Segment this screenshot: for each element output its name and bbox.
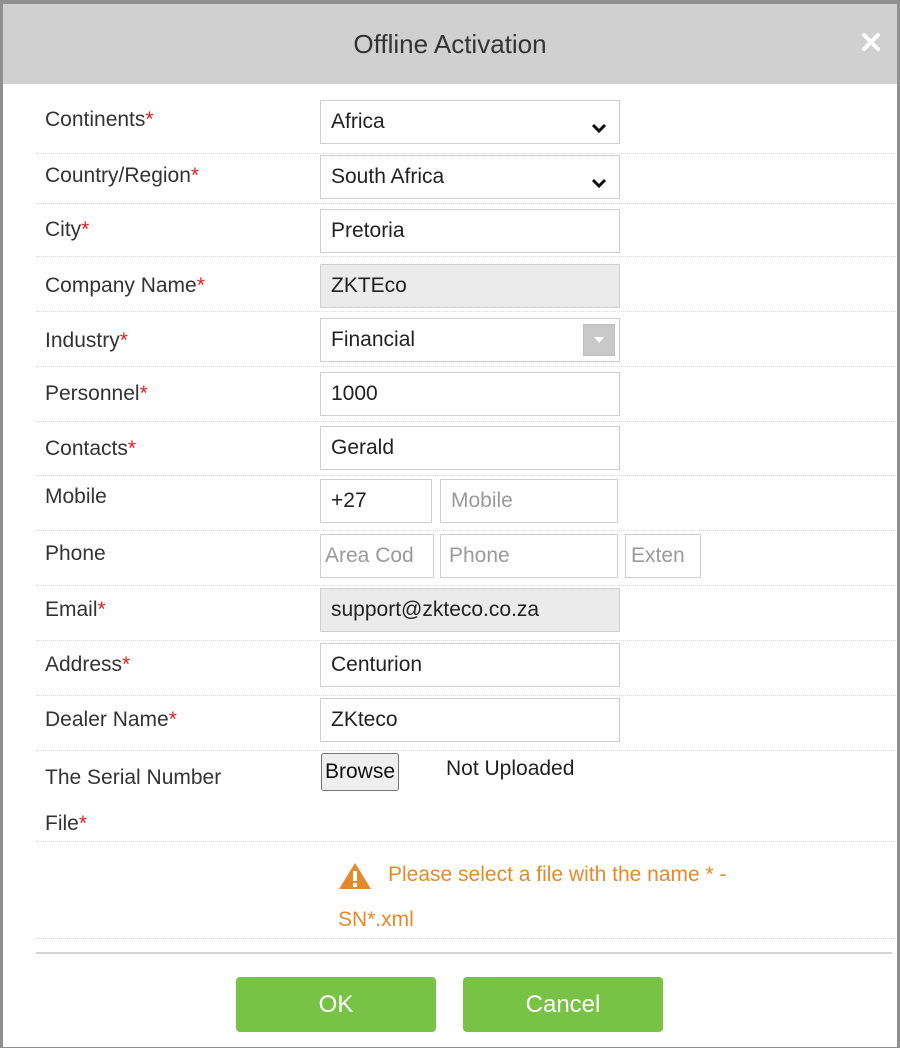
required-mark: * — [81, 218, 90, 241]
serial-label-line2: File — [45, 812, 79, 835]
email-value: support@zkteco.co.za — [331, 598, 540, 621]
required-mark: * — [145, 108, 154, 131]
dialog-title-bar: Offline Activation — [3, 4, 897, 84]
mobile-code-value: +27 — [331, 489, 367, 512]
industry-combobox[interactable]: Financial — [320, 318, 620, 362]
upload-status: Not Uploaded — [446, 757, 575, 780]
personnel-row: Personnel* 1000 — [36, 366, 896, 422]
mobile-row: Mobile +27 Mobile — [36, 475, 896, 531]
personnel-label: Personnel — [45, 382, 140, 405]
email-row: Email* support@zkteco.co.za — [36, 585, 896, 641]
phone-row: Phone Area Cod Phone Exten — [36, 530, 896, 586]
extension-placeholder: Exten — [631, 544, 685, 567]
ok-button[interactable]: OK — [236, 977, 436, 1032]
industry-row: Industry* Financial — [36, 311, 896, 367]
required-mark: * — [196, 274, 205, 297]
dealer-value: ZKteco — [331, 708, 398, 731]
dealer-input[interactable]: ZKteco — [320, 698, 620, 742]
phone-label: Phone — [45, 542, 106, 565]
area-code-placeholder: Area Cod — [325, 544, 414, 567]
phone-placeholder: Phone — [449, 544, 510, 567]
address-row: Address* Centurion — [36, 640, 896, 696]
continents-select[interactable]: Africa — [320, 100, 620, 144]
company-input: ZKTEco — [320, 264, 620, 308]
chevron-down-icon — [591, 116, 607, 134]
personnel-value: 1000 — [331, 382, 378, 405]
dealer-label: Dealer Name — [45, 708, 169, 731]
company-value: ZKTEco — [331, 274, 407, 297]
browse-button[interactable]: Browse — [321, 753, 400, 791]
city-label: City — [45, 218, 82, 241]
company-row: Company Name* ZKTEco — [36, 256, 896, 312]
contacts-value: Gerald — [331, 436, 395, 459]
industry-label: Industry — [45, 329, 120, 352]
warning-text: Please select a file with the name * - S… — [338, 863, 727, 931]
file-name-warning: Please select a file with the name * - S… — [338, 852, 798, 942]
company-label: Company Name — [45, 274, 197, 297]
extension-input[interactable]: Exten — [625, 534, 701, 578]
mobile-label: Mobile — [45, 485, 107, 508]
address-input[interactable]: Centurion — [320, 643, 620, 687]
warning-row: Please select a file with the name * - S… — [36, 842, 896, 939]
city-row: City* Pretoria — [36, 204, 896, 257]
required-mark: * — [127, 437, 137, 460]
dropdown-arrow-icon[interactable] — [583, 324, 615, 356]
email-input: support@zkteco.co.za — [320, 588, 620, 632]
mobile-placeholder: Mobile — [451, 489, 513, 512]
address-value: Centurion — [331, 653, 423, 676]
country-label: Country/Region — [45, 164, 191, 187]
background-strip — [0, 1048, 900, 1055]
phone-input[interactable]: Phone — [440, 534, 618, 578]
serial-file-row: The Serial Number File* Browse Not Uploa… — [36, 753, 896, 842]
required-mark: * — [139, 382, 148, 405]
industry-value: Financial — [331, 328, 416, 351]
contacts-row: Contacts* Gerald — [36, 421, 896, 476]
close-icon[interactable] — [859, 30, 883, 54]
country-value: South Africa — [331, 165, 445, 188]
chevron-down-icon — [591, 171, 607, 189]
required-mark: * — [78, 812, 88, 835]
dialog-title: Offline Activation — [353, 28, 547, 59]
continents-value: Africa — [331, 110, 385, 133]
country-row: Country/Region* South Africa — [36, 153, 896, 204]
required-mark: * — [122, 653, 131, 676]
mobile-input[interactable]: Mobile — [440, 479, 618, 523]
city-value: Pretoria — [331, 219, 405, 242]
offline-activation-dialog: Offline Activation Continents* Africa Co… — [0, 0, 900, 1050]
personnel-input[interactable]: 1000 — [320, 372, 620, 416]
contacts-input[interactable]: Gerald — [320, 426, 620, 470]
required-mark: * — [168, 708, 177, 731]
cancel-button[interactable]: Cancel — [463, 977, 663, 1032]
country-select[interactable]: South Africa — [320, 155, 620, 199]
mobile-country-code-input[interactable]: +27 — [320, 479, 432, 523]
address-label: Address — [45, 653, 123, 676]
dealer-row: Dealer Name* ZKteco — [36, 695, 896, 751]
contacts-label: Contacts — [45, 437, 128, 460]
area-code-input[interactable]: Area Cod — [320, 534, 434, 578]
continents-label: Continents — [45, 108, 146, 131]
required-mark: * — [119, 329, 128, 352]
warning-icon — [338, 861, 372, 889]
required-mark: * — [97, 598, 106, 621]
required-mark: * — [190, 164, 200, 187]
email-label: Email — [45, 598, 98, 621]
city-input[interactable]: Pretoria — [320, 209, 620, 253]
serial-label-line1: The Serial Number — [45, 766, 222, 789]
footer-divider — [36, 952, 892, 954]
continents-row: Continents* Africa — [36, 98, 896, 154]
